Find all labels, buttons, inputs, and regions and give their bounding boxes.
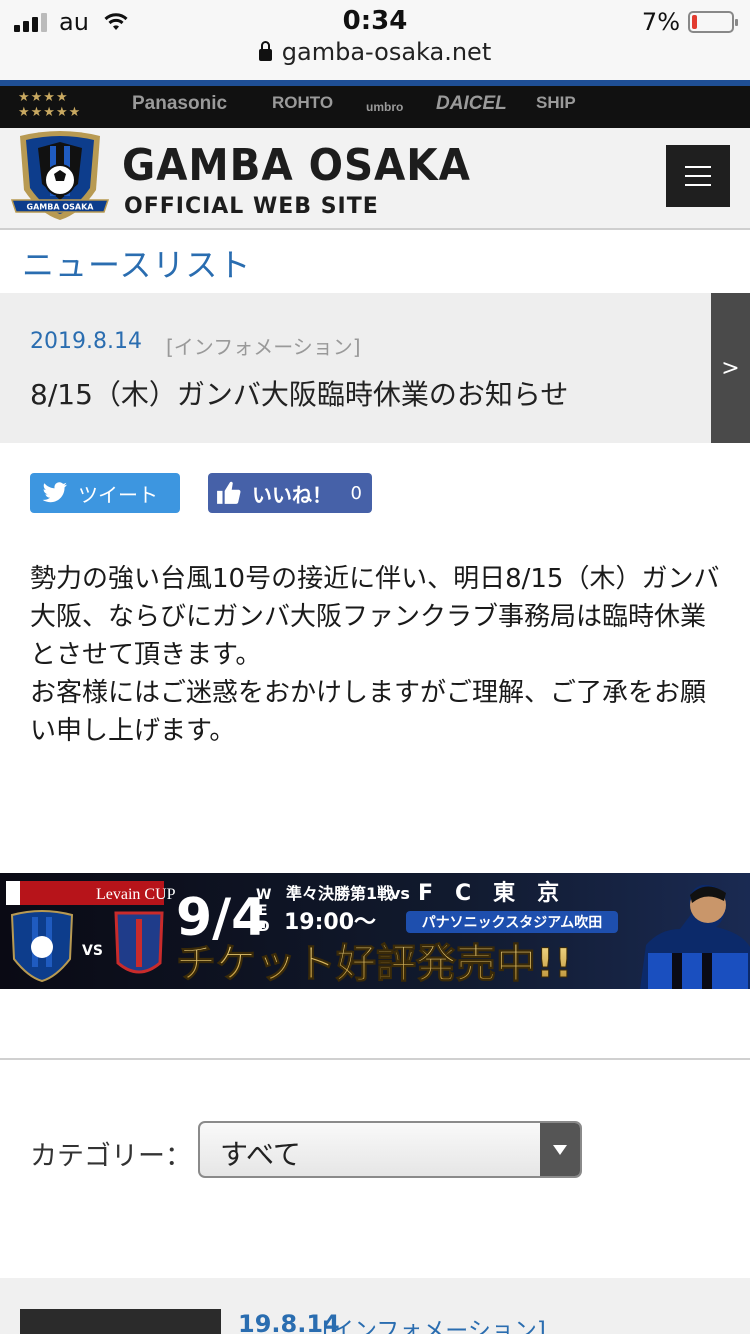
- site-header: GAMBA OSAKA GAMBA OSAKA OFFICIAL WEB SIT…: [0, 128, 750, 230]
- article-date: 2019.8.14: [30, 329, 142, 354]
- page-title: ニュースリスト: [22, 246, 252, 284]
- article-body: 勢力の強い台風10号の接近に伴い、明日8/15（木）ガンバ大阪、ならびにガンバ大…: [30, 560, 720, 750]
- sponsor-bar: ★★★★ ★★★★★ Panasonic ROHTO umbro DAICEL S…: [0, 86, 750, 128]
- section-divider: [0, 1058, 750, 1060]
- opponent-label: F C 東 京: [418, 880, 559, 906]
- article-title: 8/15（木）ガンバ大阪臨時休業のお知らせ: [30, 378, 569, 411]
- weekday-w: W: [256, 887, 271, 903]
- lock-icon: [258, 41, 272, 61]
- news-thumbnail[interactable]: [20, 1309, 221, 1334]
- sponsor-daicel[interactable]: DAICEL: [436, 93, 507, 115]
- clock: 0:34: [342, 6, 408, 36]
- next-article-button[interactable]: >: [711, 293, 750, 443]
- hamburger-menu-button[interactable]: [666, 145, 730, 207]
- twitter-bird-icon: [42, 482, 67, 503]
- thumbs-up-icon: [217, 481, 241, 504]
- menu-line-icon: [685, 175, 711, 177]
- battery-percent: 7%: [641, 8, 680, 36]
- sponsor-ship[interactable]: SHIP: [536, 93, 576, 113]
- match-date: 9/4: [176, 888, 267, 948]
- sponsor-rohto[interactable]: ROHTO: [272, 93, 333, 113]
- like-count: 0: [350, 483, 362, 504]
- url-bar[interactable]: gamba-osaka.net: [0, 38, 750, 66]
- site-subtitle: OFFICIAL WEB SITE: [124, 194, 379, 219]
- sponsor-umbro[interactable]: umbro: [366, 100, 403, 114]
- club-crest-logo[interactable]: GAMBA OSAKA: [10, 128, 110, 228]
- facebook-like-button[interactable]: いいね！ 0: [208, 473, 372, 513]
- vs-small: VS: [82, 943, 103, 959]
- like-label: いいね！: [252, 482, 332, 507]
- article-paragraph: お客様にはご迷惑をおかけしますがご理解、ご了承をお願い申し上げます。: [30, 678, 707, 746]
- menu-line-icon: [685, 184, 711, 186]
- round-label: 準々決勝第1戦: [286, 884, 394, 903]
- cup-label: Levain CUP: [96, 886, 176, 903]
- article-category[interactable]: [インフォメーション]: [166, 331, 361, 360]
- status-right: 7%: [641, 8, 738, 36]
- battery-icon: [688, 11, 738, 33]
- weekday-e: E: [258, 903, 268, 919]
- venue-label: パナソニックスタジアム吹田: [422, 914, 603, 931]
- tweet-button[interactable]: ツイート: [30, 473, 180, 513]
- weekday-d: D: [258, 919, 270, 935]
- crest-label: GAMBA OSAKA: [27, 203, 95, 212]
- category-selected-value: すべて: [220, 1138, 301, 1171]
- article-paragraph: 勢力の強い台風10号の接近に伴い、明日8/15（木）ガンバ大阪、ならびにガンバ大…: [30, 564, 720, 670]
- status-bar: au 0:34 7% gamba-osaka.net: [0, 0, 750, 80]
- category-label: カテゴリー：: [30, 1141, 192, 1172]
- banner-graphic: Levain CUP VS 9/4 W E D 準々決勝第1戦 vs F C 東…: [0, 873, 750, 989]
- versus-label: vs: [390, 884, 410, 903]
- news-list: 19.8.14 [インフォメーション]: [0, 1278, 750, 1334]
- dropdown-arrow-icon[interactable]: [540, 1123, 580, 1176]
- category-select[interactable]: すべて: [198, 1121, 582, 1178]
- news-item-category[interactable]: [インフォメーション]: [322, 1311, 546, 1334]
- ticket-banner[interactable]: Levain CUP VS 9/4 W E D 準々決勝第1戦 vs F C 東…: [0, 873, 750, 989]
- site-title[interactable]: GAMBA OSAKA: [122, 140, 471, 191]
- kickoff-time: 19:00〜: [284, 910, 376, 935]
- chevron-right-icon: >: [721, 355, 740, 381]
- sponsor-panasonic[interactable]: Panasonic: [132, 93, 227, 115]
- ticket-headline: チケット好評発売中!!: [176, 941, 572, 987]
- menu-line-icon: [685, 166, 711, 168]
- url-text: gamba-osaka.net: [281, 38, 492, 66]
- tweet-label: ツイート: [78, 482, 158, 507]
- stars-emblem: ★★★★ ★★★★★: [18, 90, 82, 120]
- article-header: 2019.8.14 [インフォメーション] 8/15（木）ガンバ大阪臨時休業のお…: [0, 293, 750, 443]
